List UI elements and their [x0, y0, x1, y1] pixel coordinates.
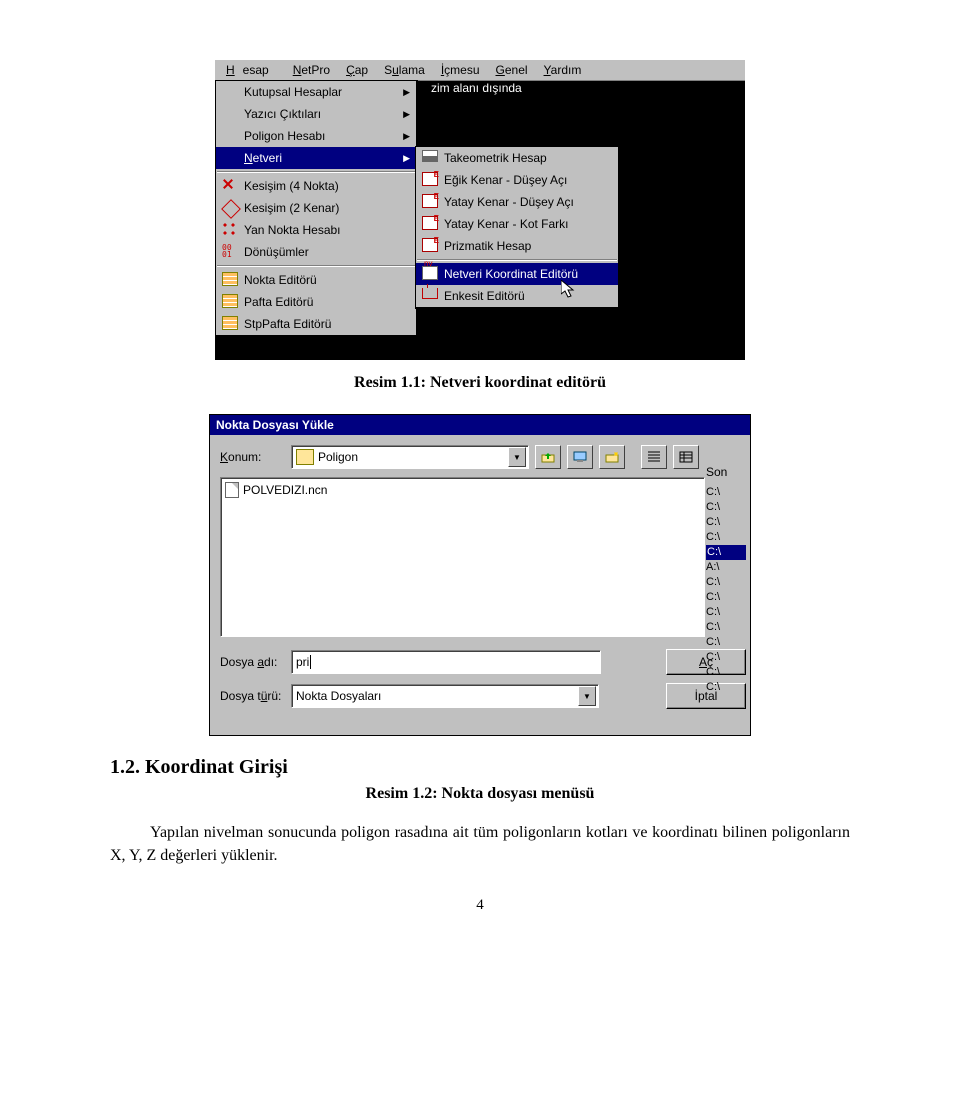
figure-caption-2: Resim 1.2: Nokta dosyası menüsü [110, 785, 850, 803]
side-header: Son [706, 465, 746, 479]
dropdown-icon[interactable]: ▼ [508, 447, 526, 467]
side-row: C:\ [706, 485, 746, 500]
menu-icmesu[interactable]: İçmesu [433, 61, 488, 79]
side-row: C:\ [706, 635, 746, 650]
separator [417, 259, 617, 261]
menu-cap[interactable]: Çap [338, 61, 376, 79]
desktop-icon [573, 451, 587, 463]
new-folder-icon [605, 451, 619, 463]
menu-sulama[interactable]: Sulama [376, 61, 433, 79]
dropdown-hesap: Kutupsal Hesaplar▶ Yazıcı Çıktıları▶ Pol… [215, 80, 418, 337]
mi-pafta-editoru[interactable]: Pafta Editörü [216, 291, 416, 313]
file-item[interactable]: POLVEDIZI.ncn [225, 482, 700, 498]
mi-donusumler[interactable]: 0001Dönüşümler [216, 241, 416, 263]
smi-enkesit[interactable]: Enkesit Editörü [416, 285, 618, 307]
newfolder-button[interactable] [599, 445, 625, 469]
smi-yatay-dusey[interactable]: Yatay Kenar - Düşey Açı [416, 191, 618, 213]
side-row: C:\ [706, 575, 746, 590]
filename-input[interactable]: pri [291, 650, 601, 674]
grid-icon [222, 294, 238, 308]
caret-icon [310, 655, 311, 669]
dialog-titlebar: Nokta Dosyası Yükle [210, 415, 750, 435]
diamond-icon [221, 199, 241, 219]
x-icon [222, 178, 234, 190]
folder-up-icon [541, 451, 555, 463]
mi-poligon-hesabi[interactable]: Poligon Hesabı▶ [216, 125, 416, 147]
desktop-button[interactable] [567, 445, 593, 469]
side-column: Son C:\ C:\ C:\ C:\ C:\ A:\ C:\ C:\ C:\ … [706, 465, 746, 695]
dropdown-icon[interactable]: ▼ [578, 686, 596, 706]
file-dialog-screenshot: Nokta Dosyası Yükle Konum: Poligon ▼ [209, 414, 751, 736]
mi-stppafta-editoru[interactable]: StpPafta Editörü [216, 313, 416, 335]
submenu-netveri: Takeometrik Hesap Eğik Kenar - Düşey Açı… [415, 146, 620, 309]
tool-icon [422, 150, 438, 162]
grid-icon [222, 316, 238, 330]
list-view-button[interactable] [641, 445, 667, 469]
menu-genel[interactable]: Genel [488, 61, 536, 79]
file-list[interactable]: POLVEDIZI.ncn [220, 477, 705, 637]
dosya-adi-label: Dosya adı: [220, 655, 285, 669]
filetype-combo[interactable]: Nokta Dosyaları ▼ [291, 684, 599, 708]
side-row: C:\ [706, 590, 746, 605]
arrow-icon: ▶ [403, 154, 410, 163]
dosya-turu-label: Dosya türü: [220, 689, 285, 703]
status-text: zim alanı dışında [431, 82, 522, 94]
detail-view-button[interactable] [673, 445, 699, 469]
smi-yatay-kot[interactable]: Yatay Kenar - Kot Farkı [416, 213, 618, 235]
smi-prizmatik[interactable]: Prizmatik Hesap [416, 235, 618, 257]
smi-takeometrik[interactable]: Takeometrik Hesap [416, 147, 618, 169]
arrow-icon: ▶ [403, 132, 410, 141]
mi-nokta-editoru[interactable]: Nokta Editörü [216, 269, 416, 291]
menubar: Hesap NetPro Çap Sulama İçmesu Genel Yar… [215, 60, 745, 81]
arrow-icon: ▶ [403, 88, 410, 97]
binary-icon: 0001 [222, 244, 240, 258]
mi-kutupsal[interactable]: Kutupsal Hesaplar▶ [216, 81, 416, 103]
grid-icon [222, 272, 238, 286]
file-icon [225, 482, 239, 498]
dots-icon [222, 222, 236, 236]
arrow-icon: ▶ [403, 110, 410, 119]
mi-yazici[interactable]: Yazıcı Çıktıları▶ [216, 103, 416, 125]
side-row: C:\ [706, 530, 746, 545]
page-number: 4 [110, 897, 850, 914]
tool-icon [422, 172, 438, 186]
side-row: C:\ [706, 650, 746, 665]
mi-netveri[interactable]: Netveri▶ [216, 147, 416, 169]
mi-yannokta[interactable]: Yan Nokta Hesabı [216, 219, 416, 241]
side-row: C:\ [706, 545, 746, 560]
separator [217, 171, 415, 173]
side-row: C:\ [706, 680, 746, 695]
body-paragraph: Yapılan nivelman sonucunda poligon rasad… [110, 821, 850, 867]
smi-netveri-koord[interactable]: Netveri Koordinat Editörü [416, 263, 618, 285]
side-row: C:\ [706, 500, 746, 515]
menu-screenshot: Hesap NetPro Çap Sulama İçmesu Genel Yar… [215, 60, 745, 360]
cursor-icon [561, 280, 577, 300]
details-icon [679, 451, 693, 463]
menu-netpro[interactable]: NetPro [285, 61, 338, 79]
konum-label: Konum: [220, 450, 285, 464]
separator [217, 265, 415, 267]
folder-icon [296, 449, 314, 465]
figure-caption-1: Resim 1.1: Netveri koordinat editörü [110, 374, 850, 392]
up-button[interactable] [535, 445, 561, 469]
side-row: C:\ [706, 620, 746, 635]
tool-icon [422, 194, 438, 208]
menu-yardim[interactable]: Yardım [536, 61, 590, 79]
list-icon [647, 451, 661, 463]
nv-icon [422, 266, 438, 280]
smi-egik-kenar[interactable]: Eğik Kenar - Düşey Açı [416, 169, 618, 191]
tool-icon [422, 238, 438, 252]
side-row: C:\ [706, 515, 746, 530]
section-heading: 1.2. Koordinat Girişi [110, 756, 850, 779]
side-row: C:\ [706, 665, 746, 680]
tool-icon [422, 216, 438, 230]
side-row: C:\ [706, 605, 746, 620]
enkesit-icon [422, 288, 438, 299]
konum-combo[interactable]: Poligon ▼ [291, 445, 529, 469]
mi-kesisim2[interactable]: Kesişim (2 Kenar) [216, 197, 416, 219]
mi-kesisim4[interactable]: Kesişim (4 Nokta) [216, 175, 416, 197]
side-row: A:\ [706, 560, 746, 575]
menu-hesap[interactable]: Hesap [218, 61, 285, 79]
